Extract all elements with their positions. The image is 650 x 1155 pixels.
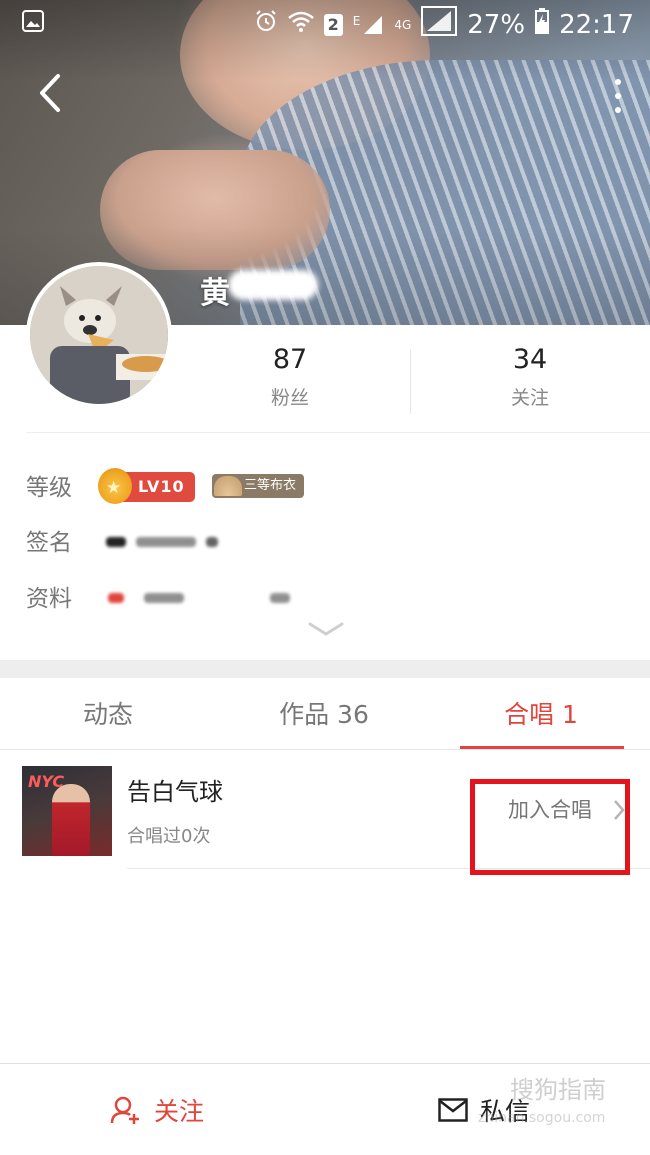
details-redaction xyxy=(108,593,124,603)
followers-stat[interactable]: 87 粉丝 xyxy=(170,340,410,416)
active-tab-indicator xyxy=(460,746,624,749)
signature-redaction xyxy=(106,537,126,547)
clock: 22:17 xyxy=(559,9,634,40)
avatar[interactable] xyxy=(26,262,172,408)
medal-icon xyxy=(98,468,132,504)
followers-label: 粉丝 xyxy=(270,387,309,409)
divider xyxy=(26,432,650,433)
profile-stats: 87 粉丝 34 关注 xyxy=(170,340,650,420)
chorus-count: 合唱过0次 xyxy=(127,826,211,847)
section-separator xyxy=(0,660,650,678)
sim-slot-badge: 2 xyxy=(323,13,343,36)
profile-tabs: 动态 作品 36 合唱 1 xyxy=(0,678,650,750)
signature-label: 签名 xyxy=(26,530,72,556)
username-redaction xyxy=(228,270,318,300)
level-badge-text: LV10 xyxy=(138,477,185,496)
level-label: 等级 xyxy=(26,475,72,501)
watermark-text: 搜狗指南 xyxy=(510,1076,606,1104)
following-stat[interactable]: 34 关注 xyxy=(410,340,650,416)
rank-badge-text: 三等布衣 xyxy=(244,478,297,493)
more-vertical-icon xyxy=(608,70,628,113)
avatar-dog-image xyxy=(30,266,168,404)
gallery-notification-icon xyxy=(22,10,44,36)
alarm-icon xyxy=(254,9,278,40)
rank-badge[interactable]: 三等布衣 xyxy=(212,474,305,498)
details-row: 资料 xyxy=(26,579,626,619)
annotation-highlight-box xyxy=(470,779,630,875)
expand-info-button[interactable] xyxy=(306,620,346,640)
followers-count: 87 xyxy=(272,344,308,375)
following-label: 关注 xyxy=(510,387,549,409)
back-button[interactable] xyxy=(32,70,72,116)
follow-button[interactable]: 关注 xyxy=(110,1064,204,1155)
tab-moments[interactable]: 动态 xyxy=(0,678,216,750)
signature-row: 签名 xyxy=(26,523,626,563)
signal-strength-icon xyxy=(421,6,458,43)
battery-charging-icon xyxy=(535,8,550,41)
follow-label: 关注 xyxy=(154,1097,205,1126)
add-user-icon xyxy=(110,1096,139,1124)
tab-works[interactable]: 作品 36 xyxy=(216,678,432,750)
signal-4g-icon: 4G xyxy=(394,17,412,32)
signal-e-icon: E xyxy=(353,14,385,36)
following-count: 34 xyxy=(512,344,548,375)
song-cover-thumbnail[interactable]: NYC xyxy=(22,766,112,856)
mail-icon xyxy=(438,1098,468,1122)
details-label: 资料 xyxy=(26,586,72,612)
profile-username: 黄 xyxy=(200,276,230,311)
wifi-icon xyxy=(287,10,314,40)
battery-percent: 27% xyxy=(467,9,526,40)
tab-chorus[interactable]: 合唱 1 xyxy=(432,678,650,750)
chevron-down-icon xyxy=(308,622,344,636)
level-row: 等级 LV10 三等布衣 xyxy=(26,468,626,508)
song-title: 告白气球 xyxy=(127,778,223,806)
watermark-url: zhinan.sogou.com xyxy=(478,1110,606,1126)
chevron-left-icon xyxy=(40,74,60,112)
status-bar: 2 E 4G 27% 22:17 xyxy=(0,0,650,48)
level-badge[interactable]: LV10 xyxy=(98,468,195,504)
more-options-button[interactable] xyxy=(608,70,628,116)
